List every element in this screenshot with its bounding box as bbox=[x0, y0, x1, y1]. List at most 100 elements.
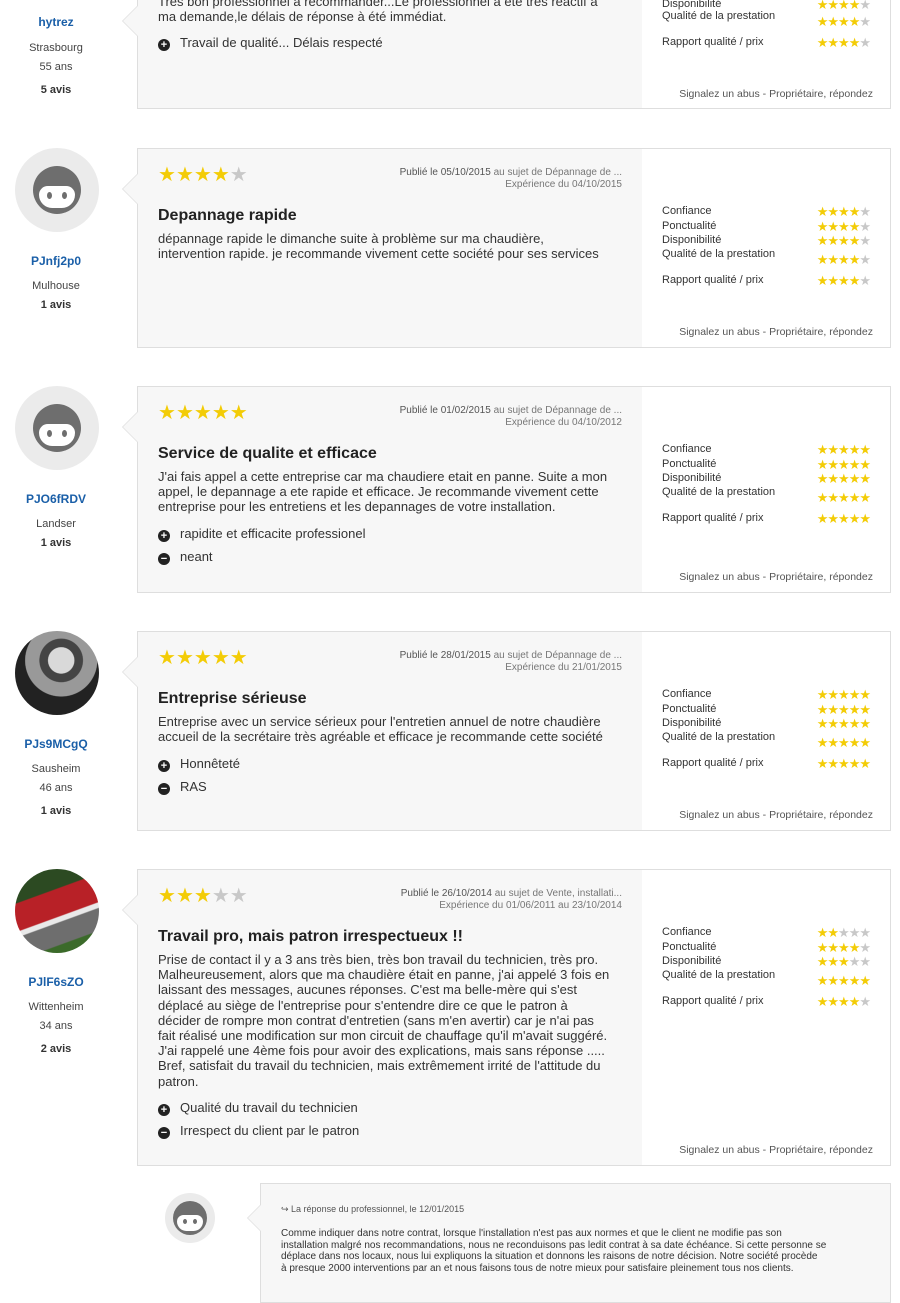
reviewer-city: Mulhouse bbox=[32, 280, 80, 292]
star-filled-icon: ★ bbox=[838, 457, 850, 472]
review-meta: Publié le 01/02/2015 au sujet de Dépanna… bbox=[400, 405, 622, 429]
star-filled-icon: ★ bbox=[848, 511, 861, 526]
star-filled-icon: ★ bbox=[848, 273, 861, 288]
avatar bbox=[15, 386, 99, 470]
star-filled-icon: ★ bbox=[848, 471, 861, 486]
avatar bbox=[15, 148, 99, 232]
star-filled-icon: ★ bbox=[848, 0, 861, 12]
experience-date: Expérience du 04/10/2012 bbox=[505, 417, 622, 428]
minus-icon: − bbox=[158, 553, 170, 565]
reviewer-name[interactable]: PJO6fRDV bbox=[0, 492, 112, 506]
reviewer-name[interactable]: PJlF6sZO bbox=[0, 975, 112, 989]
review-con: − neant bbox=[158, 549, 213, 565]
star-filled-icon: ★ bbox=[816, 219, 829, 234]
criterion-label: Ponctualité bbox=[662, 220, 717, 232]
criterion-stars: ★★★★★ bbox=[816, 442, 871, 457]
star-filled-icon: ★ bbox=[816, 252, 829, 267]
star-filled-icon: ★ bbox=[848, 204, 861, 219]
review-text: J'ai fais appel a cette entreprise car m… bbox=[158, 469, 608, 515]
star-filled-icon: ★ bbox=[838, 716, 850, 731]
report-abuse-link[interactable]: Signalez un abus - Propriétaire, réponde… bbox=[679, 88, 873, 100]
criterion-label: Disponibilité bbox=[662, 472, 722, 484]
star-filled-icon: ★ bbox=[838, 687, 850, 702]
criterion-stars: ★★★★★ bbox=[817, 702, 871, 717]
report-abuse-link[interactable]: Signalez un abus - Propriétaire, réponde… bbox=[679, 326, 873, 338]
reviewer-name[interactable]: PJnfj2p0 bbox=[0, 254, 112, 268]
star-filled-icon: ★ bbox=[827, 471, 839, 486]
star-filled-icon: ★ bbox=[816, 954, 829, 969]
criterion-label: Confiance bbox=[662, 443, 712, 455]
reviewer-review-count[interactable]: 2 avis bbox=[0, 1043, 112, 1055]
review-meta: Publié le 28/01/2015 au sujet de Dépanna… bbox=[400, 650, 622, 674]
star-filled-icon: ★ bbox=[816, 0, 829, 12]
professional-reply: ↪ La réponse du professionnel, le 12/01/… bbox=[247, 1183, 891, 1303]
avatar bbox=[15, 869, 99, 953]
star-empty-icon: ★ bbox=[859, 252, 871, 267]
star-filled-icon: ★ bbox=[848, 233, 861, 248]
star-filled-icon: ★ bbox=[848, 252, 861, 267]
star-filled-icon: ★ bbox=[827, 702, 839, 717]
review-subject-link[interactable]: au sujet de Vente, installati... bbox=[495, 888, 622, 899]
star-filled-icon: ★ bbox=[816, 442, 829, 457]
star-filled-icon: ★ bbox=[838, 735, 850, 750]
star-filled-icon: ★ bbox=[859, 687, 871, 702]
criterion-label: Qualité de la prestation bbox=[662, 248, 776, 260]
reviewer-review-count[interactable]: 1 avis bbox=[0, 299, 112, 311]
reviewer-name[interactable]: PJs9MCgQ bbox=[0, 737, 112, 751]
review-subject-link[interactable]: au sujet de Dépannage de ... bbox=[494, 650, 622, 661]
criteria-ratings: Disponibilité ★★★★★ Qualité de la presta… bbox=[642, 0, 890, 108]
star-filled-icon: ★ bbox=[848, 994, 861, 1009]
star-filled-icon: ★ bbox=[827, 273, 839, 288]
criteria-ratings: Confiance ★★★★★ Ponctualité ★★★★★ Dispon… bbox=[642, 149, 890, 347]
reviewer-review-count[interactable]: 1 avis bbox=[0, 537, 112, 549]
experience-date: Expérience du 04/10/2015 bbox=[505, 179, 622, 190]
criterion-label: Qualité de la prestation bbox=[662, 969, 776, 981]
review-title: Entreprise sérieuse bbox=[158, 690, 307, 707]
star-filled-icon: ★ bbox=[827, 219, 839, 234]
star-filled-icon: ★ bbox=[848, 219, 861, 234]
criterion-stars: ★★★★★ bbox=[817, 273, 871, 288]
criterion-label: Confiance bbox=[662, 926, 712, 938]
star-filled-icon: ★ bbox=[827, 457, 839, 472]
star-filled-icon: ★ bbox=[827, 490, 839, 505]
review-subject-link[interactable]: au sujet de Dépannage de ... bbox=[494, 167, 622, 178]
report-abuse-link[interactable]: Signalez un abus - Propriétaire, réponde… bbox=[679, 809, 873, 821]
review-subject-link[interactable]: au sujet de Dépannage de ... bbox=[494, 405, 622, 416]
criterion-label: Qualité de la prestation bbox=[662, 731, 776, 743]
star-filled-icon: ★ bbox=[848, 756, 861, 771]
reviewer-name[interactable]: hytrez bbox=[0, 15, 112, 29]
criterion-label: Ponctualité bbox=[662, 941, 717, 953]
star-filled-icon: ★ bbox=[175, 402, 194, 424]
star-empty-icon: ★ bbox=[838, 925, 850, 940]
star-filled-icon: ★ bbox=[816, 457, 829, 472]
criterion-label: Rapport qualité / prix bbox=[662, 274, 764, 286]
criterion-stars: ★★★★★ bbox=[816, 457, 871, 472]
reviewer-age: 46 ans bbox=[39, 782, 73, 794]
reviewer-review-count[interactable]: 5 avis bbox=[0, 84, 112, 96]
report-abuse-link[interactable]: Signalez un abus - Propriétaire, réponde… bbox=[679, 1144, 873, 1156]
criterion-label: Disponibilité bbox=[662, 717, 722, 729]
reviewer-review-count[interactable]: 1 avis bbox=[0, 805, 112, 817]
star-filled-icon: ★ bbox=[827, 204, 839, 219]
star-filled-icon: ★ bbox=[838, 442, 850, 457]
star-filled-icon: ★ bbox=[827, 925, 839, 940]
report-abuse-link[interactable]: Signalez un abus - Propriétaire, réponde… bbox=[679, 571, 873, 583]
review-pro: + rapidite et efficacite professionel bbox=[158, 526, 365, 542]
star-filled-icon: ★ bbox=[848, 35, 861, 50]
overall-rating-stars: ★★★★★ bbox=[158, 886, 248, 906]
star-filled-icon: ★ bbox=[827, 14, 839, 29]
criterion-stars: ★★★★★ bbox=[816, 0, 871, 12]
review-text: dépannage rapide le dimanche suite à pro… bbox=[158, 231, 599, 262]
review-card: ★★★★★ Publié le 05/10/2015 au sujet de D… bbox=[122, 148, 891, 348]
avatar bbox=[15, 631, 99, 715]
plus-icon: + bbox=[158, 530, 170, 542]
star-empty-icon: ★ bbox=[859, 204, 871, 219]
published-date: Publié le 28/01/2015 bbox=[399, 650, 491, 661]
star-filled-icon: ★ bbox=[827, 994, 839, 1009]
star-filled-icon: ★ bbox=[838, 511, 850, 526]
star-filled-icon: ★ bbox=[838, 219, 850, 234]
star-filled-icon: ★ bbox=[848, 735, 861, 750]
review-text: Entreprise avec un service sérieux pour … bbox=[158, 714, 603, 745]
review-meta: Publié le 05/10/2015 au sujet de Dépanna… bbox=[400, 167, 622, 191]
star-filled-icon: ★ bbox=[211, 647, 230, 669]
